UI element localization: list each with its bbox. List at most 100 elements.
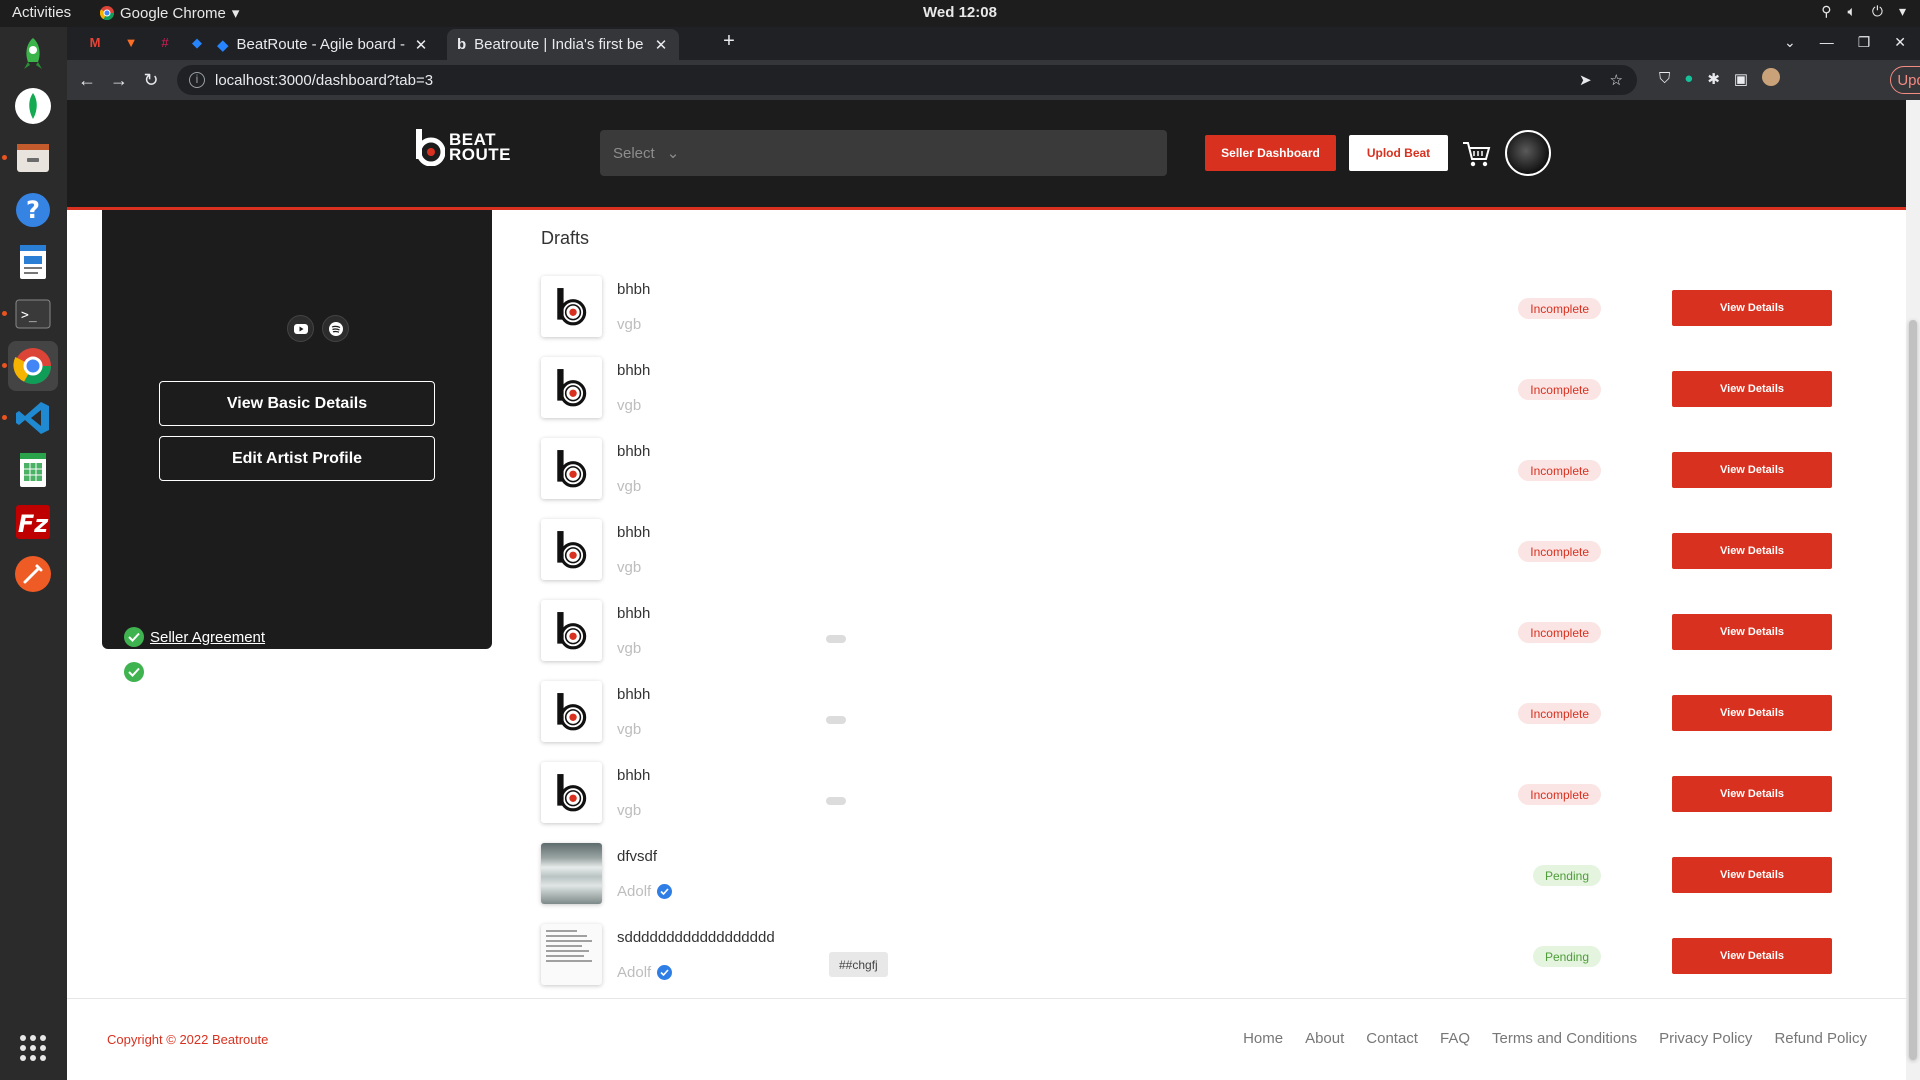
seller-dashboard-button[interactable]: Seller Dashboard bbox=[1205, 135, 1336, 171]
puzzle-extensions-icon[interactable]: ✱ bbox=[1707, 70, 1720, 88]
status-badge: Pending bbox=[1532, 865, 1601, 886]
tab-search-icon[interactable]: ⌄ bbox=[1784, 34, 1796, 51]
minimize-icon[interactable]: — bbox=[1820, 34, 1834, 51]
view-details-button[interactable]: View Details bbox=[1672, 290, 1832, 326]
search-select[interactable]: Select ⌄ bbox=[600, 130, 1167, 176]
status-badge: Pending bbox=[1532, 946, 1601, 967]
calc-icon[interactable] bbox=[8, 445, 58, 495]
draft-row: bhbh vgb Incomplete View Details bbox=[541, 762, 1851, 828]
slack-tab-icon[interactable]: # bbox=[155, 35, 175, 53]
view-details-button[interactable]: View Details bbox=[1672, 776, 1832, 812]
view-basic-details-button[interactable]: View Basic Details bbox=[159, 381, 435, 426]
beat-artist: vgb bbox=[617, 316, 641, 333]
seller-agreement-link[interactable]: Seller Agreement bbox=[124, 627, 265, 647]
seller-agreement-label[interactable]: Seller Agreement bbox=[150, 629, 265, 646]
beat-cover-image[interactable] bbox=[541, 762, 602, 823]
vscode-icon[interactable] bbox=[2, 393, 58, 443]
reload-icon[interactable]: ↻ bbox=[139, 68, 163, 92]
gitlab-tab-icon[interactable]: ▼ bbox=[121, 35, 141, 53]
beat-cover-image[interactable] bbox=[541, 600, 602, 661]
view-details-button[interactable]: View Details bbox=[1672, 938, 1832, 974]
beat-cover-image[interactable] bbox=[541, 681, 602, 742]
footer-link-about[interactable]: About bbox=[1305, 1030, 1344, 1047]
dock: ? >_ Fz bbox=[0, 27, 67, 1080]
beatroute-logo[interactable]: BEAT ROUTE bbox=[415, 128, 511, 166]
view-details-button[interactable]: View Details bbox=[1672, 857, 1832, 893]
footer-link-privacy[interactable]: Privacy Policy bbox=[1659, 1030, 1752, 1047]
close-icon[interactable]: ✕ bbox=[413, 36, 429, 54]
view-details-button[interactable]: View Details bbox=[1672, 371, 1832, 407]
profile-avatar-icon[interactable] bbox=[1762, 68, 1781, 86]
spotify-icon[interactable] bbox=[322, 315, 349, 342]
system-top-bar: Activities Google Chrome ▾ Wed 12:08 ⚲ 🔈… bbox=[0, 0, 1920, 27]
status-badge: Incomplete bbox=[1518, 379, 1601, 400]
copyright-text: Copyright © 2022 Beatroute bbox=[107, 1032, 269, 1047]
grammarly-extension-icon[interactable]: ● bbox=[1684, 70, 1693, 88]
tab-agile-board[interactable]: ◆ BeatRoute - Agile board - ✕ bbox=[207, 29, 439, 60]
cart-icon[interactable] bbox=[1461, 140, 1491, 168]
footer-link-home[interactable]: Home bbox=[1243, 1030, 1283, 1047]
rocket-app-icon[interactable] bbox=[8, 29, 58, 79]
site-info-icon[interactable]: i bbox=[189, 72, 205, 88]
view-details-button[interactable]: View Details bbox=[1672, 533, 1832, 569]
close-icon[interactable]: ✕ bbox=[653, 36, 669, 54]
network-icon: ⚲ bbox=[1821, 3, 1832, 19]
bank-account-details-label[interactable]: Bank Account Details bbox=[150, 664, 292, 681]
close-window-icon[interactable]: ✕ bbox=[1894, 34, 1906, 51]
help-icon[interactable]: ? bbox=[8, 185, 58, 235]
scrollbar-thumb[interactable] bbox=[1909, 320, 1917, 1060]
extensions-area: ⛉ ● ✱ ▣ bbox=[1659, 68, 1781, 88]
artist-name: Adolf bbox=[617, 964, 652, 981]
beat-cover-image[interactable] bbox=[541, 519, 602, 580]
filezilla-icon[interactable]: Fz bbox=[8, 497, 58, 547]
youtube-icon[interactable] bbox=[287, 315, 314, 342]
beat-artist: Adolf bbox=[617, 964, 673, 981]
bank-account-details-link[interactable]: Bank Account Details bbox=[124, 662, 292, 682]
activities-button[interactable]: Activities bbox=[12, 4, 71, 21]
side-panel-icon[interactable]: ▣ bbox=[1734, 70, 1748, 88]
files-icon[interactable] bbox=[2, 133, 58, 183]
back-icon[interactable]: ← bbox=[75, 68, 99, 92]
beat-cover-image[interactable] bbox=[541, 924, 602, 985]
new-tab-button[interactable]: + bbox=[719, 30, 739, 52]
view-details-button[interactable]: View Details bbox=[1672, 695, 1832, 731]
user-avatar[interactable] bbox=[1505, 130, 1551, 176]
footer-link-terms[interactable]: Terms and Conditions bbox=[1492, 1030, 1637, 1047]
select-placeholder: Select bbox=[613, 144, 655, 162]
page-scrollbar[interactable] bbox=[1906, 100, 1920, 1080]
address-bar[interactable]: i localhost:3000/dashboard?tab=3 ➤ ☆ bbox=[177, 65, 1637, 95]
beat-cover-image[interactable] bbox=[541, 843, 602, 904]
beat-cover-image[interactable] bbox=[541, 276, 602, 337]
bookmark-star-icon[interactable]: ☆ bbox=[1610, 71, 1623, 89]
app-menu[interactable]: Google Chrome ▾ bbox=[100, 4, 239, 22]
mongodb-compass-icon[interactable] bbox=[8, 81, 58, 131]
update-button[interactable]: Update ⋮ bbox=[1890, 66, 1920, 94]
url-text[interactable]: localhost:3000/dashboard?tab=3 bbox=[215, 72, 433, 89]
power-icon: ⏻ bbox=[1871, 3, 1883, 19]
postman-icon[interactable] bbox=[8, 549, 58, 599]
chrome-dock-icon[interactable] bbox=[2, 341, 58, 391]
upload-beat-button[interactable]: Uplod Beat bbox=[1349, 135, 1448, 171]
writer-icon[interactable] bbox=[8, 237, 58, 287]
draft-row: bhbh vgb Incomplete View Details bbox=[541, 276, 1851, 342]
view-details-button[interactable]: View Details bbox=[1672, 614, 1832, 650]
artist-sidebar-card: View Basic Details Edit Artist Profile S… bbox=[102, 210, 492, 682]
clock[interactable]: Wed 12:08 bbox=[0, 4, 1920, 21]
footer-link-contact[interactable]: Contact bbox=[1366, 1030, 1418, 1047]
footer-link-refund[interactable]: Refund Policy bbox=[1774, 1030, 1867, 1047]
forward-icon[interactable]: → bbox=[107, 68, 131, 92]
system-tray[interactable]: ⚲ 🔈︎ ⏻ ▾ bbox=[1821, 3, 1906, 20]
send-icon[interactable]: ➤ bbox=[1579, 71, 1592, 89]
view-details-button[interactable]: View Details bbox=[1672, 452, 1832, 488]
edit-artist-profile-button[interactable]: Edit Artist Profile bbox=[159, 436, 435, 481]
jira-tab-icon[interactable]: ◆ bbox=[187, 35, 207, 53]
shield-extension-icon[interactable]: ⛉ bbox=[1659, 70, 1670, 88]
maximize-icon[interactable]: ❐ bbox=[1858, 34, 1871, 51]
terminal-icon[interactable]: >_ bbox=[2, 289, 58, 339]
gmail-tab-icon[interactable]: M bbox=[85, 35, 105, 53]
beat-cover-image[interactable] bbox=[541, 438, 602, 499]
footer-link-faq[interactable]: FAQ bbox=[1440, 1030, 1470, 1047]
show-apps-icon[interactable] bbox=[8, 1023, 58, 1073]
tab-beatroute[interactable]: b Beatroute | India's first be ✕ bbox=[447, 29, 679, 60]
beat-cover-image[interactable] bbox=[541, 357, 602, 418]
